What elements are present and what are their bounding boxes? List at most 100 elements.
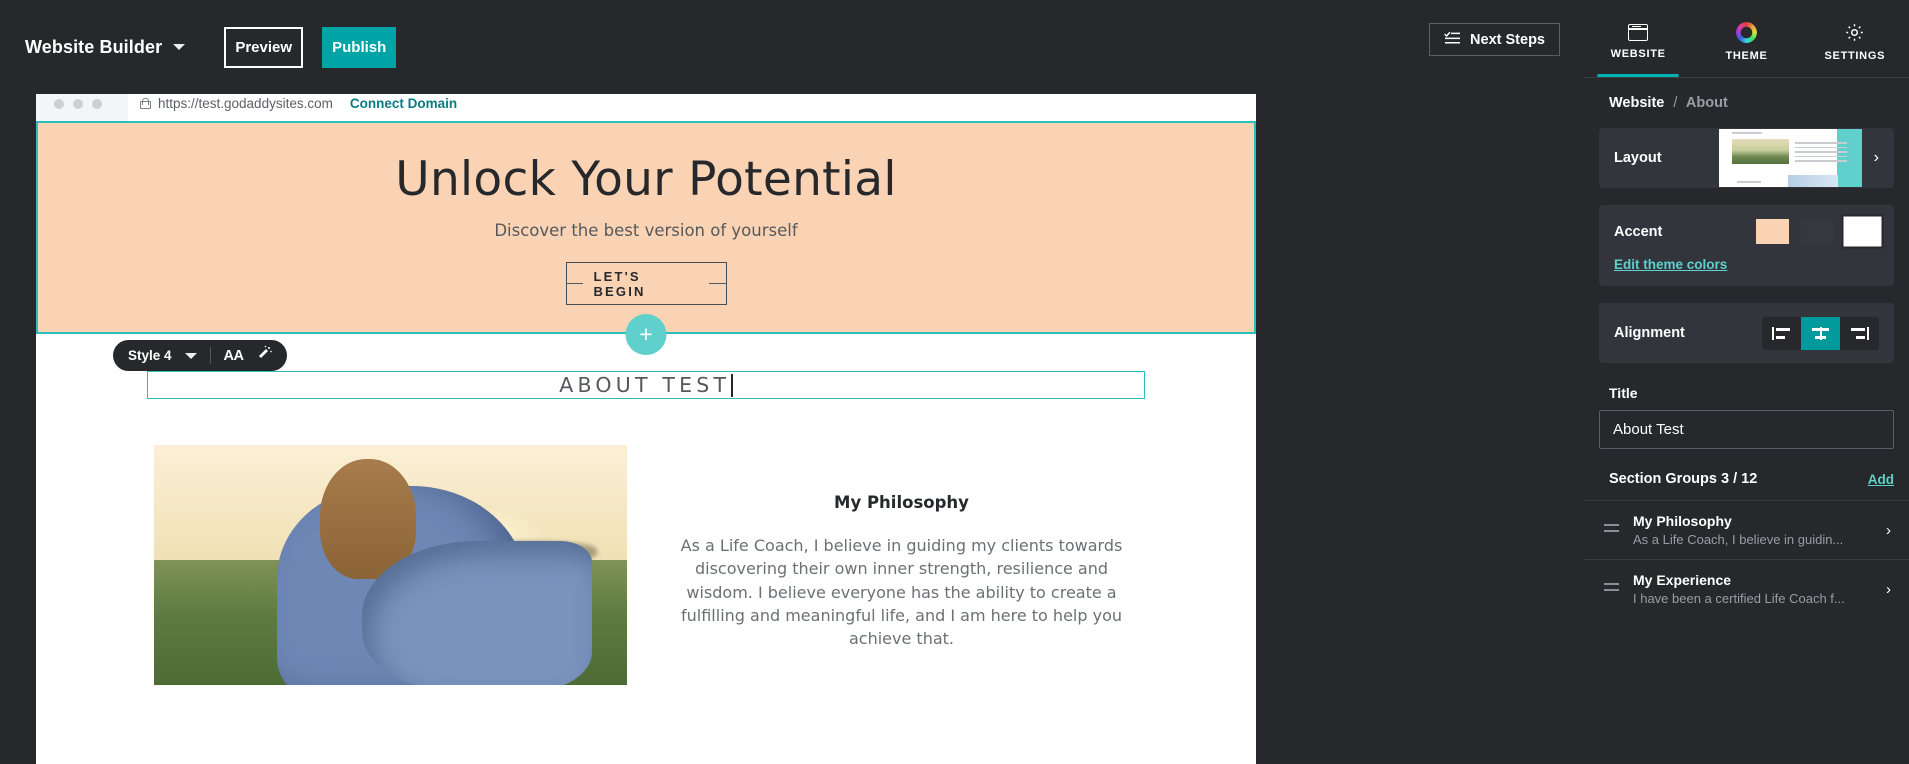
preview-button[interactable]: Preview: [224, 26, 304, 68]
breadcrumb-current: About: [1685, 95, 1728, 111]
add-section-group-link[interactable]: Add: [1868, 472, 1894, 487]
hero-cta-button[interactable]: LET'S BEGIN: [565, 262, 727, 305]
title-field-label: Title: [1609, 385, 1638, 401]
section-groups-header: Section Groups 3 / 12 Add: [1584, 449, 1909, 500]
next-steps-label: Next Steps: [1470, 31, 1545, 48]
browser-chrome-bar: https://test.godaddysites.com Connect Do…: [36, 94, 1256, 121]
section-group-subtitle: As a Life Coach, I believe in guidin...: [1633, 532, 1844, 547]
tab-website-label: WEBSITE: [1610, 47, 1666, 60]
align-right-icon: [1850, 326, 1869, 340]
drag-handle-icon[interactable]: [1604, 524, 1619, 535]
align-left-button[interactable]: [1762, 316, 1801, 350]
breadcrumb-separator: /: [1673, 95, 1678, 111]
layout-label: Layout: [1614, 150, 1662, 166]
magic-wand-icon[interactable]: [256, 345, 273, 366]
text-size-icon[interactable]: AA: [224, 348, 244, 364]
chevron-down-icon: [173, 44, 186, 50]
window-icon: [1628, 23, 1649, 41]
close-dot-icon: [54, 98, 64, 109]
checklist-icon: [1444, 31, 1461, 49]
accent-swatch-peach[interactable]: [1756, 219, 1789, 244]
align-left-icon: [1772, 326, 1791, 340]
accent-swatches: [1756, 219, 1879, 244]
browser-preview-frame: https://test.godaddysites.com Connect Do…: [36, 94, 1256, 764]
layout-card[interactable]: Layout ›: [1599, 128, 1894, 188]
accent-swatch-white-selected[interactable]: [1846, 219, 1879, 244]
drag-handle-icon[interactable]: [1604, 583, 1619, 594]
image-blanket: [362, 541, 593, 685]
site-url: https://test.godaddysites.com: [158, 96, 333, 111]
about-section: My Philosophy As a Life Coach, I believe…: [36, 399, 1256, 685]
section-group-row[interactable]: My Experience I have been a certified Li…: [1584, 559, 1909, 618]
toolbar-divider: [209, 347, 211, 364]
dash-left-icon: [566, 283, 584, 284]
section-group-row[interactable]: My Philosophy As a Life Coach, I believe…: [1584, 500, 1909, 559]
layout-thumbnail: [1718, 129, 1862, 187]
maximize-dot-icon: [92, 98, 102, 109]
tab-theme-label: THEME: [1725, 49, 1768, 62]
connect-domain-link[interactable]: Connect Domain: [350, 96, 457, 111]
align-center-button[interactable]: [1801, 316, 1840, 350]
window-control-dots: [54, 98, 102, 109]
hero-cta-label: LET'S BEGIN: [593, 268, 646, 299]
accent-label: Accent: [1614, 223, 1663, 240]
hero-section[interactable]: Unlock Your Potential Discover the best …: [36, 121, 1256, 355]
section-title-input[interactable]: ABOUT TEST: [147, 371, 1145, 399]
dash-right-icon: [708, 283, 726, 284]
style-toolbar: Style 4 AA: [113, 340, 288, 371]
title-input[interactable]: [1599, 410, 1894, 449]
chevron-right-icon[interactable]: ›: [1886, 581, 1891, 598]
tab-website[interactable]: WEBSITE: [1584, 0, 1692, 77]
layout-thumb-lines: [1794, 142, 1847, 165]
accent-swatch-dark[interactable]: [1801, 219, 1834, 244]
align-center-icon: [1811, 326, 1830, 340]
text-caret: [731, 373, 733, 397]
alignment-card: Alignment: [1599, 303, 1894, 363]
layout-thumb-left: [1719, 129, 1847, 187]
layout-thumb-caption-2: [1736, 181, 1761, 183]
layout-thumb-caption: [1731, 132, 1762, 134]
address-bar[interactable]: https://test.godaddysites.com Connect Do…: [128, 94, 1256, 121]
brand-menu[interactable]: Website Builder: [25, 36, 186, 58]
tab-settings[interactable]: SETTINGS: [1801, 0, 1909, 77]
section-groups-label: Section Groups 3 / 12: [1609, 471, 1758, 487]
style-chevron-down-icon[interactable]: [184, 352, 197, 359]
minimize-dot-icon: [73, 98, 83, 109]
chevron-right-icon[interactable]: ›: [1874, 149, 1879, 167]
gear-icon: [1844, 22, 1865, 43]
section-group-title: My Philosophy: [1633, 513, 1732, 529]
style-dropdown-label[interactable]: Style 4: [128, 348, 172, 363]
editor-area: Website Builder Preview Publish Next Ste…: [0, 0, 1584, 764]
tab-theme[interactable]: THEME: [1692, 0, 1800, 77]
layout-thumb-band: [1787, 175, 1838, 187]
accent-card: Accent Edit theme colors: [1599, 205, 1894, 286]
section-title-text: ABOUT TEST: [559, 373, 731, 397]
layout-thumb-image: [1731, 139, 1789, 164]
align-right-button[interactable]: [1840, 316, 1879, 350]
breadcrumb-root[interactable]: Website: [1609, 95, 1664, 111]
color-ring-icon: [1735, 21, 1757, 43]
edit-theme-colors-link[interactable]: Edit theme colors: [1614, 257, 1879, 272]
site-canvas: https://test.godaddysites.com Connect Do…: [0, 94, 1584, 764]
right-panel: WEBSITE THEME SETTINGS Website / About L…: [1584, 0, 1909, 764]
add-section-button[interactable]: +: [625, 314, 667, 355]
about-image[interactable]: [154, 445, 627, 685]
hero-subtitle: Discover the best version of yourself: [494, 221, 798, 240]
about-text-block: My Philosophy As a Life Coach, I believe…: [627, 445, 1138, 685]
publish-button[interactable]: Publish: [322, 26, 397, 68]
top-toolbar: Website Builder Preview Publish Next Ste…: [0, 0, 1584, 94]
alignment-label: Alignment: [1614, 325, 1685, 341]
tab-settings-label: SETTINGS: [1824, 49, 1886, 62]
chevron-right-icon[interactable]: ›: [1886, 522, 1891, 539]
brand-label: Website Builder: [25, 36, 163, 57]
section-group-text: My Philosophy As a Life Coach, I believe…: [1633, 513, 1872, 547]
alignment-button-group: [1762, 316, 1879, 350]
accent-row: Accent: [1614, 219, 1879, 244]
hero-title: Unlock Your Potential: [395, 152, 897, 207]
panel-tabs: WEBSITE THEME SETTINGS: [1584, 0, 1909, 77]
next-steps-button[interactable]: Next Steps: [1429, 23, 1560, 56]
about-paragraph: As a Life Coach, I believe in guiding my…: [680, 536, 1123, 649]
breadcrumb: Website / About: [1584, 78, 1909, 111]
section-group-subtitle: I have been a certified Life Coach f...: [1633, 591, 1845, 606]
section-group-text: My Experience I have been a certified Li…: [1633, 572, 1872, 606]
